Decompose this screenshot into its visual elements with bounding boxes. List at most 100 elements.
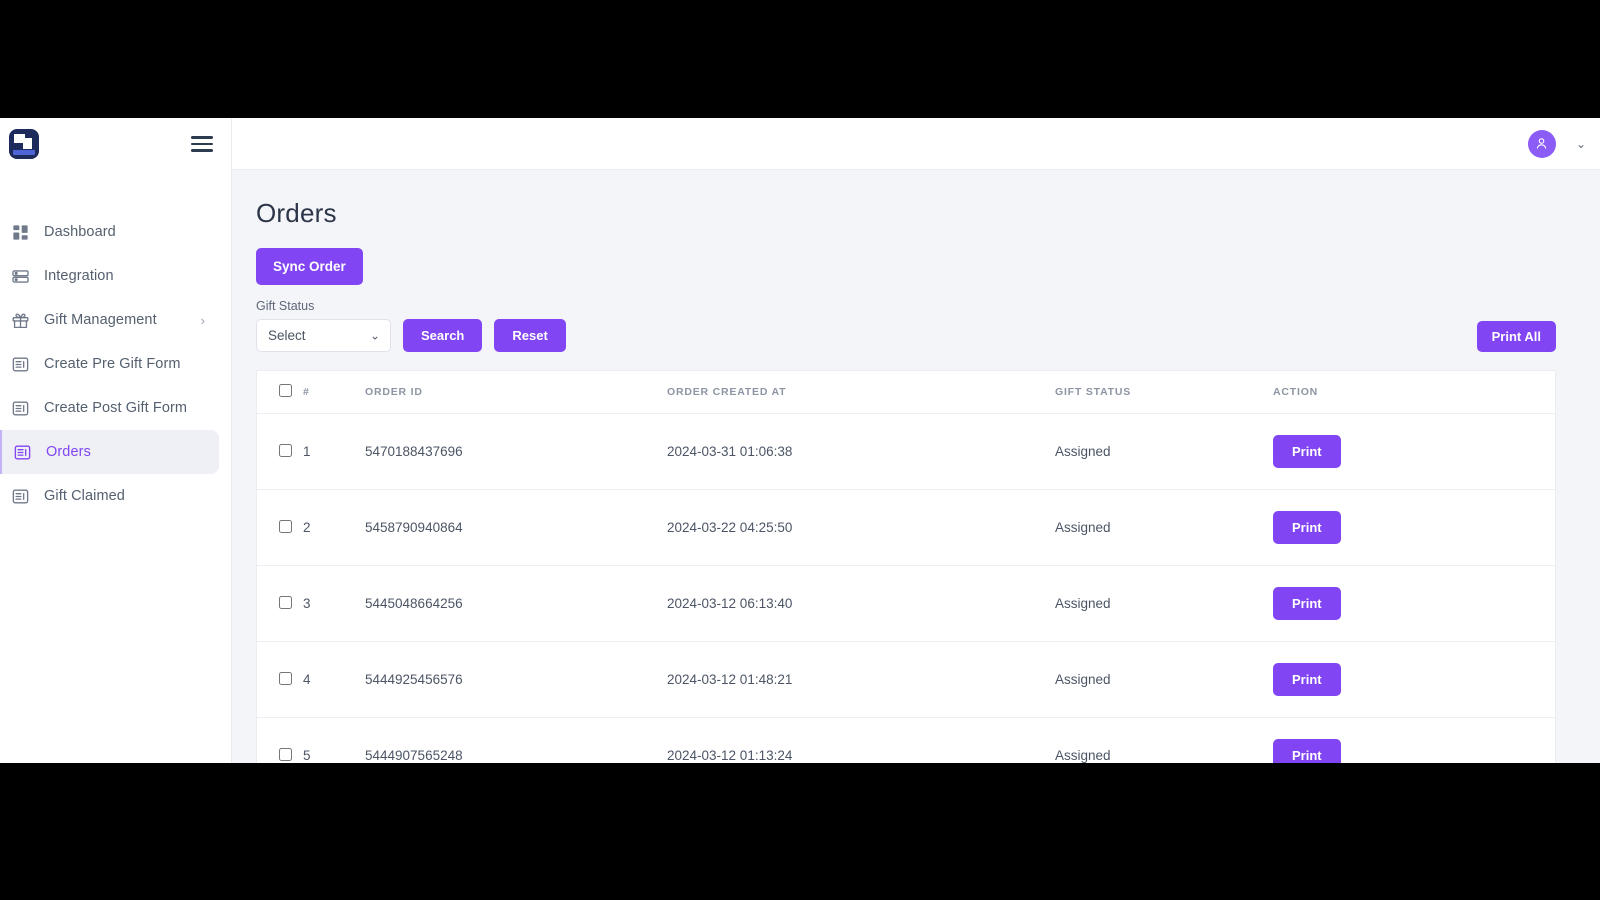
cell-index: 5: [303, 718, 365, 764]
header-gift-status: GIFT STATUS: [1055, 371, 1273, 414]
cell-order-id: 5458790940864: [365, 490, 667, 566]
row-checkbox[interactable]: [279, 748, 292, 761]
cell-order-id: 5444925456576: [365, 642, 667, 718]
sync-order-button[interactable]: Sync Order: [256, 248, 363, 285]
sidebar-item-gift-claimed[interactable]: Gift Claimed: [0, 474, 219, 518]
row-select-cell: [257, 642, 303, 718]
cell-order-id: 5470188437696: [365, 414, 667, 490]
print-button[interactable]: Print: [1273, 511, 1341, 544]
gift-status-label: Gift Status: [256, 299, 391, 313]
row-checkbox[interactable]: [279, 672, 292, 685]
sidebar-toggle-hamburger-icon[interactable]: [191, 128, 213, 160]
avatar[interactable]: [1528, 130, 1556, 158]
cell-index: 2: [303, 490, 365, 566]
cell-order-id: 5445048664256: [365, 566, 667, 642]
sidebar-brand-row: [0, 118, 231, 170]
print-all-button[interactable]: Print All: [1477, 321, 1556, 352]
main-area: ⌄ Orders Sync Order Gift Status Select ⌄…: [232, 118, 1600, 763]
cell-index: 3: [303, 566, 365, 642]
browser-viewport: Dashboard Integration Gift Management › Crea…: [0, 118, 1600, 763]
form-icon: [10, 354, 31, 375]
row-select-cell: [257, 414, 303, 490]
gift-status-field: Gift Status Select ⌄: [256, 299, 391, 352]
form-icon: [10, 398, 31, 419]
sidebar-item-create-pre-gift-form[interactable]: Create Pre Gift Form: [0, 342, 219, 386]
sidebar-item-dashboard[interactable]: Dashboard: [0, 210, 219, 254]
app-logo-icon[interactable]: [9, 129, 39, 159]
header-order-id: ORDER ID: [365, 371, 667, 414]
select-all-header: [257, 371, 303, 414]
table-row: 554449075652482024-03-12 01:13:24Assigne…: [257, 718, 1555, 764]
row-select-cell: [257, 490, 303, 566]
cell-gift-status: Assigned: [1055, 414, 1273, 490]
form-icon: [10, 486, 31, 507]
cell-gift-status: Assigned: [1055, 642, 1273, 718]
topbar: ⌄: [232, 118, 1600, 170]
dashboard-grid-icon: [10, 222, 31, 243]
cell-gift-status: Assigned: [1055, 718, 1273, 764]
orders-table-body: 154701884376962024-03-31 01:06:38Assigne…: [257, 414, 1555, 764]
sidebar-item-label: Integration: [44, 268, 114, 284]
row-select-cell: [257, 566, 303, 642]
cell-order-id: 5444907565248: [365, 718, 667, 764]
sidebar-nav: Dashboard Integration Gift Management › Crea…: [0, 210, 231, 518]
print-button[interactable]: Print: [1273, 663, 1341, 696]
table-row: 154701884376962024-03-31 01:06:38Assigne…: [257, 414, 1555, 490]
orders-table: # ORDER ID ORDER CREATED AT GIFT STATUS …: [257, 371, 1555, 763]
cell-gift-status: Assigned: [1055, 566, 1273, 642]
row-checkbox[interactable]: [279, 444, 292, 457]
sidebar: Dashboard Integration Gift Management › Crea…: [0, 118, 232, 763]
sidebar-item-create-post-gift-form[interactable]: Create Post Gift Form: [0, 386, 219, 430]
sidebar-item-integration[interactable]: Integration: [0, 254, 219, 298]
print-button[interactable]: Print: [1273, 435, 1341, 468]
header-action: ACTION: [1273, 371, 1555, 414]
sidebar-item-label: Create Pre Gift Form: [44, 356, 181, 372]
header-index: #: [303, 371, 365, 414]
letterbox-top: [0, 0, 1600, 118]
cell-created-at: 2024-03-31 01:06:38: [667, 414, 1055, 490]
cell-action: Print: [1273, 414, 1555, 490]
gift-status-selected-value: Select: [268, 328, 306, 343]
cell-action: Print: [1273, 490, 1555, 566]
cell-created-at: 2024-03-12 01:48:21: [667, 642, 1055, 718]
table-header-row: # ORDER ID ORDER CREATED AT GIFT STATUS …: [257, 371, 1555, 414]
filter-row: Gift Status Select ⌄ Search Reset Print …: [256, 299, 1556, 352]
cell-action: Print: [1273, 718, 1555, 764]
cell-index: 1: [303, 414, 365, 490]
cell-created-at: 2024-03-22 04:25:50: [667, 490, 1055, 566]
reset-button[interactable]: Reset: [494, 319, 565, 352]
letterbox-bottom: [0, 763, 1600, 900]
sidebar-item-orders[interactable]: Orders: [0, 430, 219, 474]
sidebar-item-gift-management[interactable]: Gift Management ›: [0, 298, 219, 342]
print-button[interactable]: Print: [1273, 739, 1341, 763]
cell-created-at: 2024-03-12 06:13:40: [667, 566, 1055, 642]
table-row: 454449254565762024-03-12 01:48:21Assigne…: [257, 642, 1555, 718]
form-icon: [12, 442, 33, 463]
orders-table-card: # ORDER ID ORDER CREATED AT GIFT STATUS …: [256, 370, 1556, 763]
gift-status-select[interactable]: Select ⌄: [256, 319, 391, 352]
header-created-at: ORDER CREATED AT: [667, 371, 1055, 414]
cell-gift-status: Assigned: [1055, 490, 1273, 566]
sidebar-item-label: Orders: [46, 444, 91, 460]
row-checkbox[interactable]: [279, 520, 292, 533]
gift-icon: [10, 310, 31, 331]
select-all-checkbox[interactable]: [279, 384, 292, 397]
sidebar-item-label: Gift Management: [44, 312, 157, 328]
cell-created-at: 2024-03-12 01:13:24: [667, 718, 1055, 764]
server-stack-icon: [10, 266, 31, 287]
table-row: 354450486642562024-03-12 06:13:40Assigne…: [257, 566, 1555, 642]
row-checkbox[interactable]: [279, 596, 292, 609]
chevron-right-icon[interactable]: ›: [201, 314, 205, 327]
row-select-cell: [257, 718, 303, 764]
cell-index: 4: [303, 642, 365, 718]
print-button[interactable]: Print: [1273, 587, 1341, 620]
search-button[interactable]: Search: [403, 319, 482, 352]
table-row: 254587909408642024-03-22 04:25:50Assigne…: [257, 490, 1555, 566]
orders-table-head: # ORDER ID ORDER CREATED AT GIFT STATUS …: [257, 371, 1555, 414]
page-content: Orders Sync Order Gift Status Select ⌄ S…: [232, 170, 1600, 763]
sidebar-item-label: Gift Claimed: [44, 488, 125, 504]
user-menu-chevron-down-icon[interactable]: ⌄: [1576, 137, 1586, 151]
cell-action: Print: [1273, 566, 1555, 642]
sidebar-item-label: Create Post Gift Form: [44, 400, 187, 416]
sidebar-item-label: Dashboard: [44, 224, 116, 240]
